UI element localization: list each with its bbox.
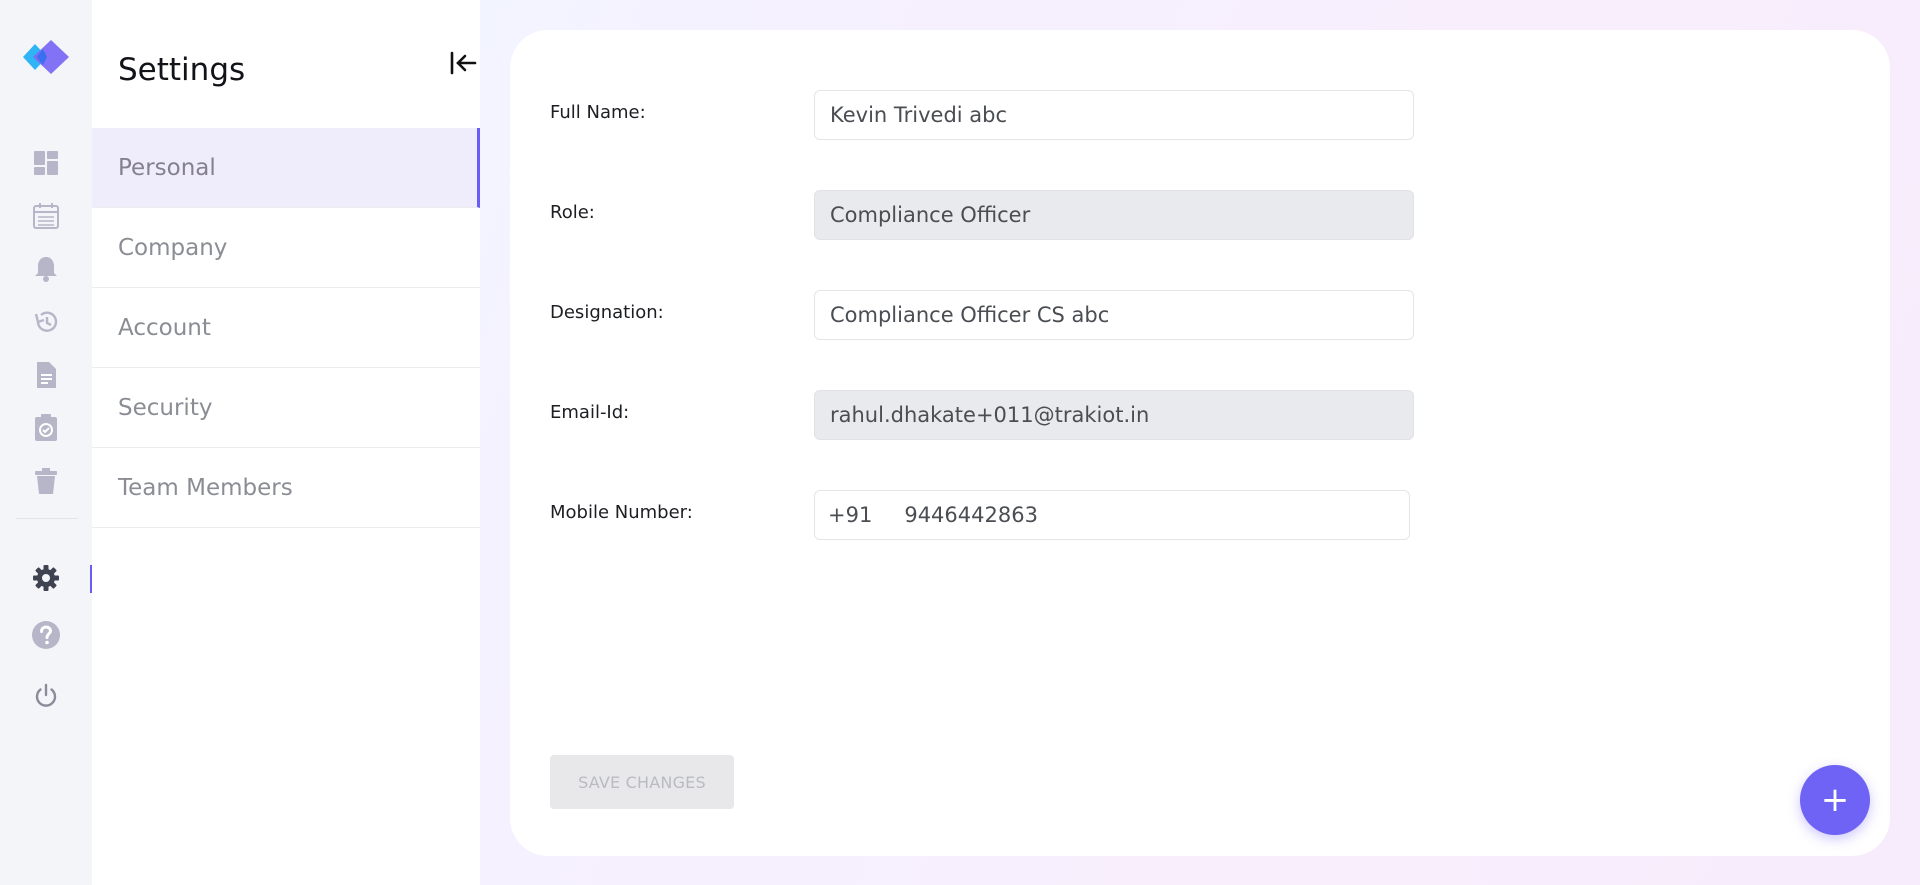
settings-menu: Personal Company Account Security Team M… [92, 128, 480, 528]
save-changes-button[interactable]: SAVE CHANGES [550, 755, 734, 809]
role-row: Role: Compliance Officer [550, 190, 1414, 240]
role-label: Role: [550, 202, 595, 223]
app-logo[interactable] [21, 36, 73, 78]
calendar-icon[interactable] [31, 201, 61, 231]
mobile-label: Mobile Number: [550, 502, 693, 523]
designation-input[interactable]: Compliance Officer CS abc [814, 290, 1414, 340]
icon-rail [0, 0, 92, 885]
trash-icon[interactable] [31, 466, 61, 496]
menu-item-company[interactable]: Company [92, 208, 480, 288]
document-icon[interactable] [31, 360, 61, 390]
clipboard-check-icon[interactable] [31, 413, 61, 443]
menu-item-personal[interactable]: Personal [92, 128, 480, 208]
designation-label: Designation: [550, 302, 664, 323]
full-name-label: Full Name: [550, 102, 646, 123]
page-title: Settings [118, 52, 246, 88]
bell-icon[interactable] [31, 254, 61, 284]
mobile-input[interactable]: +91 9446442863 [814, 490, 1410, 540]
personal-settings-card: Full Name: Kevin Trivedi abc Role: Compl… [510, 30, 1890, 856]
collapse-panel-icon[interactable] [448, 48, 478, 78]
email-input: rahul.dhakate+011@trakiot.in [814, 390, 1414, 440]
role-input: Compliance Officer [814, 190, 1414, 240]
rail-divider [16, 518, 78, 519]
mobile-number-value[interactable]: 9446442863 [904, 503, 1038, 527]
dashboard-icon[interactable] [31, 148, 61, 178]
menu-item-account[interactable]: Account [92, 288, 480, 368]
history-icon[interactable] [31, 307, 61, 337]
country-code-selector[interactable]: +91 [828, 503, 872, 527]
mobile-row: Mobile Number: +91 9446442863 [550, 490, 1410, 540]
power-icon[interactable] [31, 681, 61, 711]
settings-panel: Settings Personal Company Account Securi… [92, 0, 480, 885]
menu-item-team-members[interactable]: Team Members [92, 448, 480, 528]
email-row: Email-Id: rahul.dhakate+011@trakiot.in [550, 390, 1414, 440]
full-name-row: Full Name: Kevin Trivedi abc [550, 90, 1414, 140]
designation-row: Designation: Compliance Officer CS abc [550, 290, 1414, 340]
email-label: Email-Id: [550, 402, 630, 423]
menu-item-security[interactable]: Security [92, 368, 480, 448]
add-fab-button[interactable]: + [1800, 765, 1870, 835]
help-icon[interactable] [31, 620, 61, 650]
gear-icon[interactable] [31, 563, 61, 593]
full-name-input[interactable]: Kevin Trivedi abc [814, 90, 1414, 140]
